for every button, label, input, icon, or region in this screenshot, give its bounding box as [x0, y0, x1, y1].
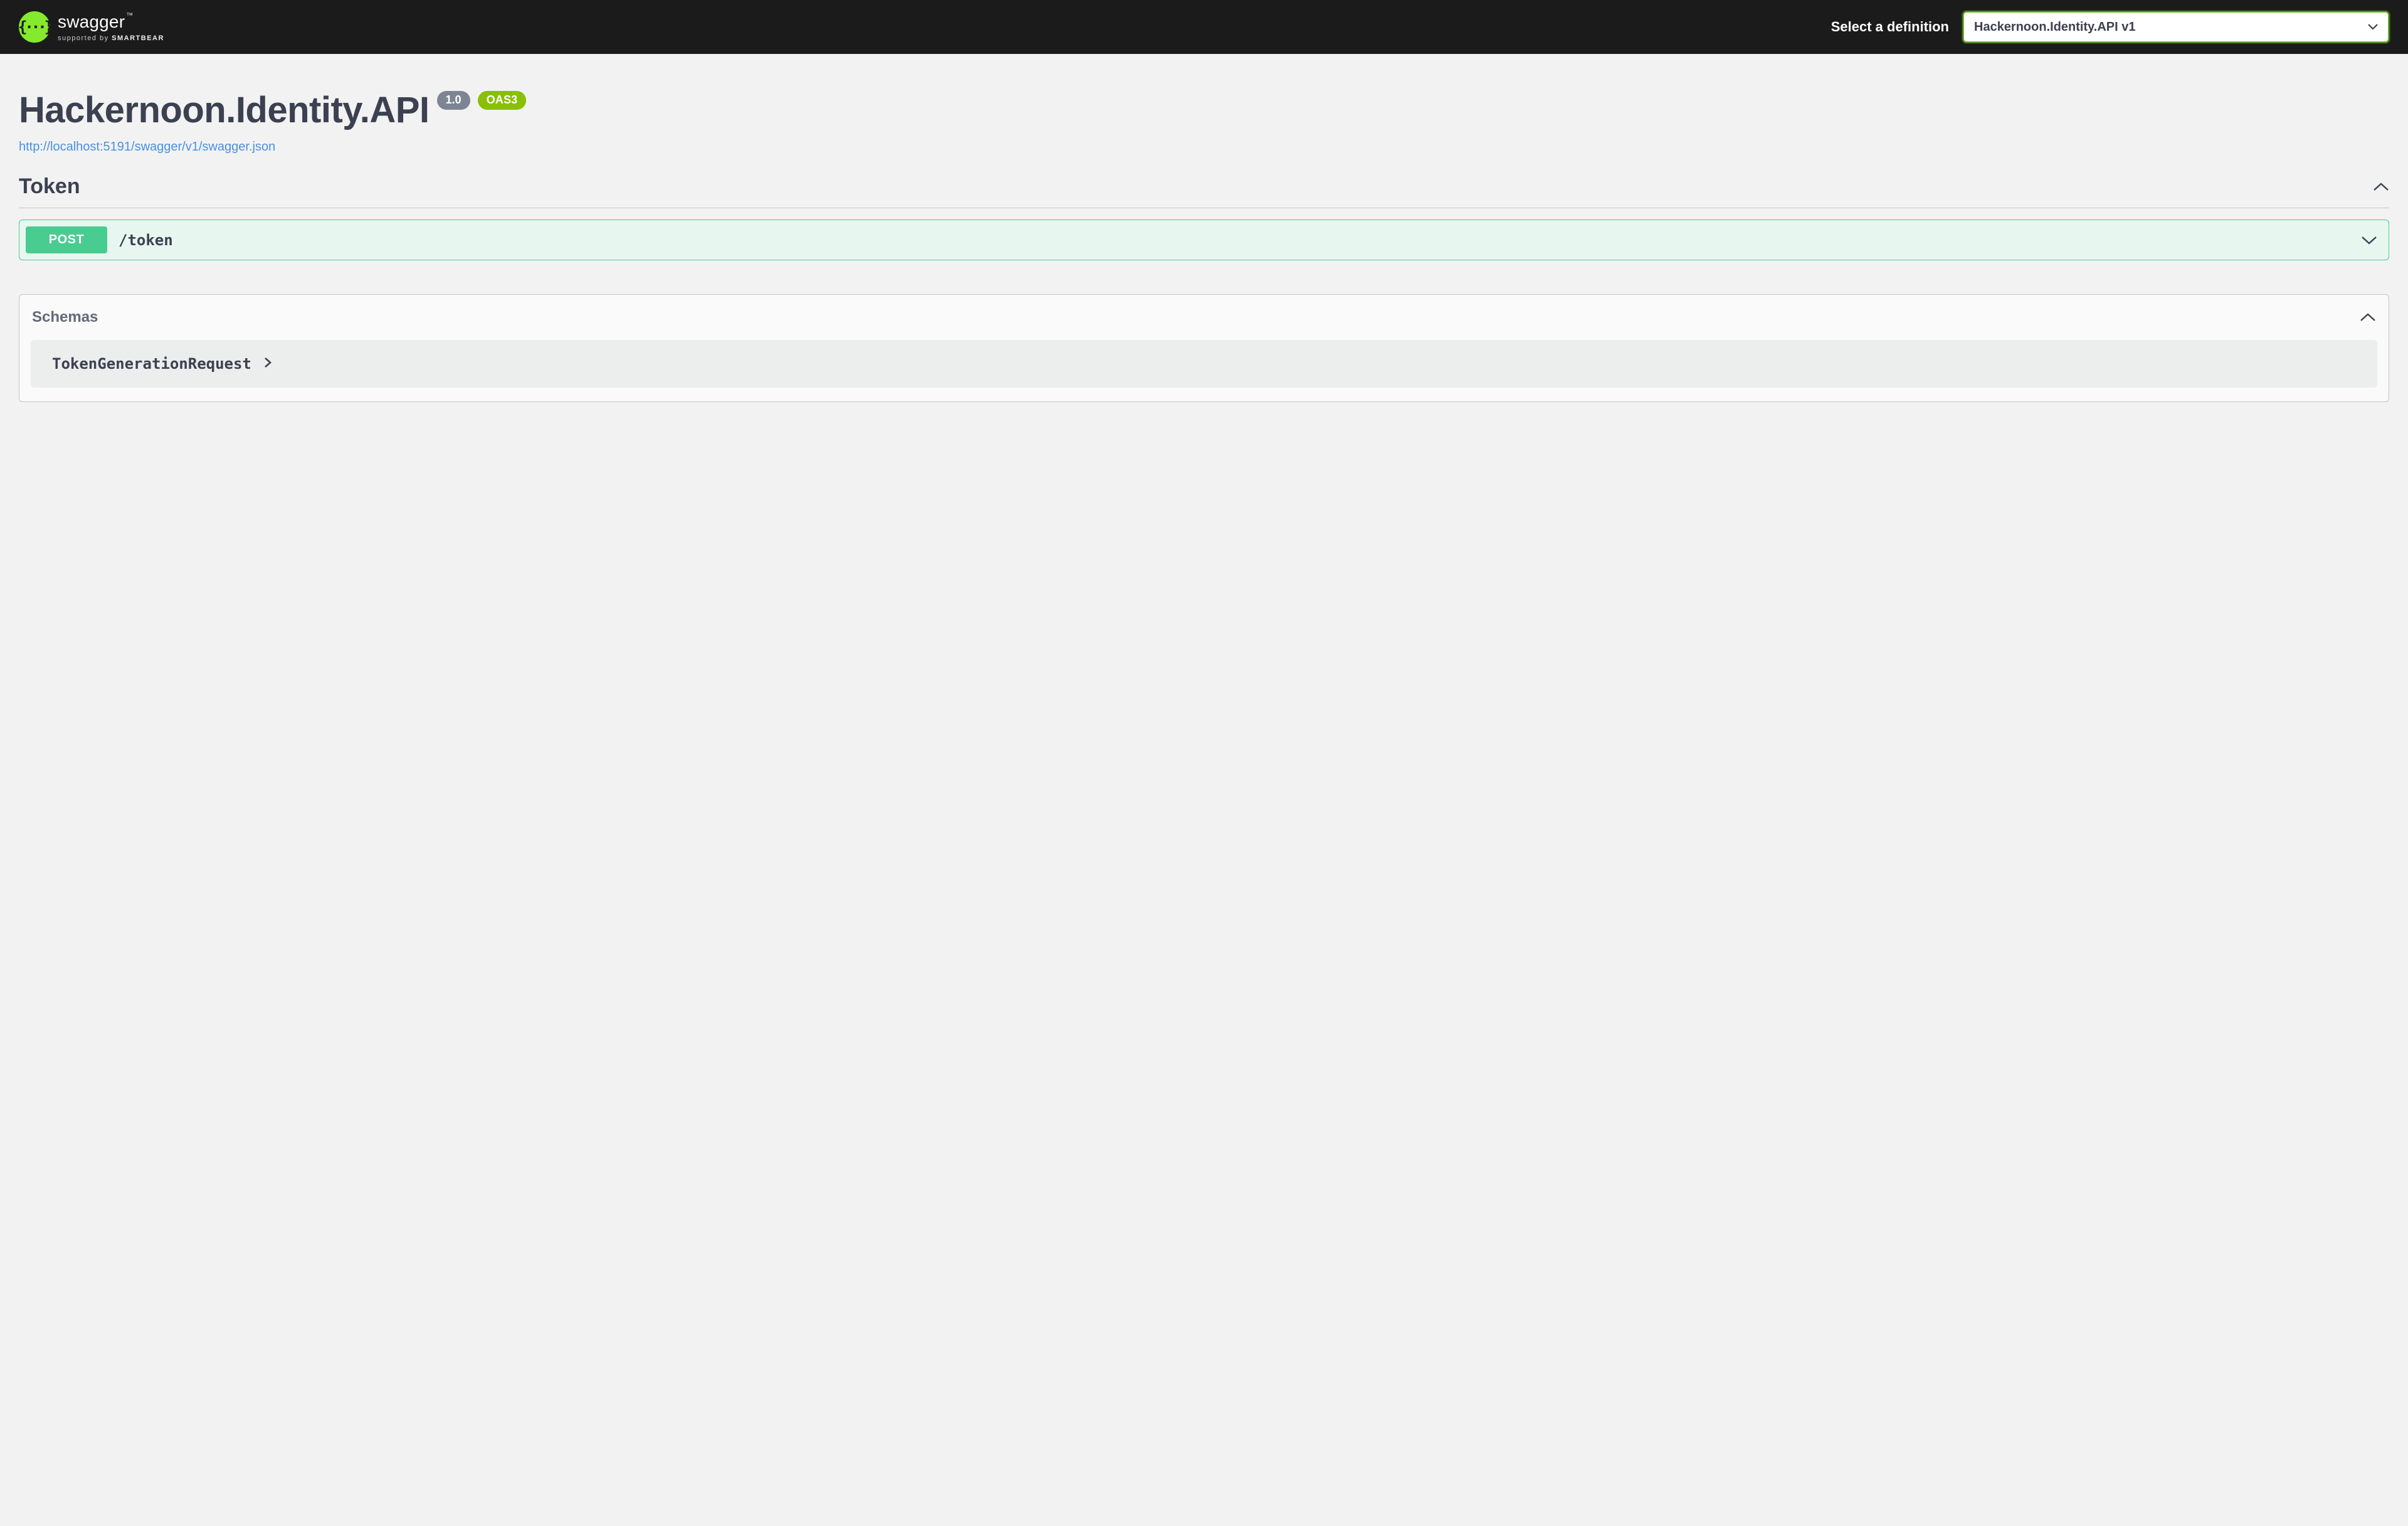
swagger-logo-icon: {···}: [19, 11, 50, 43]
select-definition-label: Select a definition: [1831, 19, 1949, 35]
api-info: Hackernoon.Identity.API 1.0 OAS3 http://…: [0, 54, 2408, 163]
tag-header-token[interactable]: Token: [19, 163, 2389, 208]
chevron-up-icon: [2373, 179, 2389, 195]
schemas-section: Schemas TokenGenerationRequest: [19, 294, 2389, 402]
chevron-right-icon: [264, 357, 272, 371]
tag-name: Token: [19, 174, 80, 199]
schema-item-tokengenerationrequest[interactable]: TokenGenerationRequest: [31, 340, 2377, 388]
supported-prefix: supported by: [58, 34, 112, 42]
spec-url-link[interactable]: http://localhost:5191/swagger/v1/swagger…: [19, 140, 275, 154]
api-title: Hackernoon.Identity.API: [19, 89, 430, 131]
schemas-title: Schemas: [32, 309, 98, 326]
definition-select-wrap: Hackernoon.Identity.API v1: [1963, 11, 2389, 43]
brand-tm: ™: [126, 12, 133, 19]
chevron-up-icon: [2360, 309, 2376, 326]
operation-post-token[interactable]: POST /token: [19, 220, 2389, 260]
oas-badge: OAS3: [478, 91, 527, 110]
supported-brand: SMARTBEAR: [112, 34, 164, 42]
version-badge: 1.0: [437, 91, 470, 110]
operation-method-badge: POST: [26, 226, 107, 253]
topbar: {···} swagger™ supported by SMARTBEAR Se…: [0, 0, 2408, 54]
brand-text: swagger: [58, 12, 125, 31]
swagger-logo[interactable]: {···} swagger™ supported by SMARTBEAR: [19, 11, 164, 43]
definition-select[interactable]: Hackernoon.Identity.API v1: [1963, 11, 2389, 43]
schema-name: TokenGenerationRequest: [52, 355, 251, 373]
operation-path: /token: [119, 231, 173, 249]
schemas-header[interactable]: Schemas: [19, 295, 2389, 340]
chevron-down-icon: [2361, 232, 2377, 248]
